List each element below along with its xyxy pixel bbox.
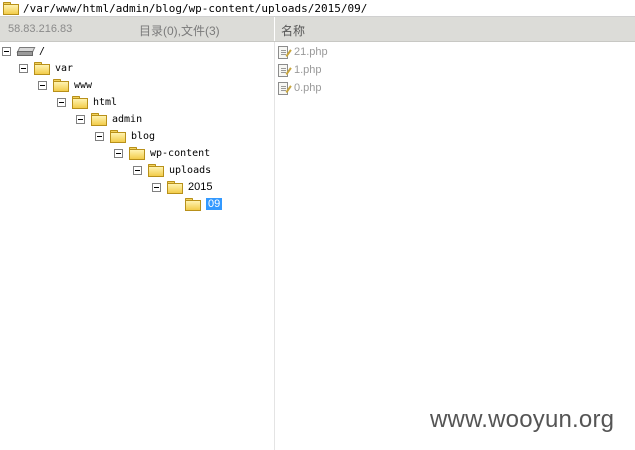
tree-node-var[interactable]: var xyxy=(19,60,73,76)
tree-label[interactable]: wp-content xyxy=(150,148,210,159)
file-name[interactable]: 0.php xyxy=(294,82,322,94)
column-header-name[interactable]: 名称 xyxy=(281,22,305,39)
folder-icon xyxy=(91,113,107,126)
tree-node-wp-content[interactable]: wp-content xyxy=(114,145,210,161)
tree-label[interactable]: www xyxy=(74,80,92,91)
host-address: 58.83.216.83 xyxy=(8,23,73,35)
list-header: 58.83.216.83 目录(0),文件(3) 名称 xyxy=(0,17,635,42)
current-path[interactable]: /var/www/html/admin/blog/wp-content/uplo… xyxy=(23,2,367,15)
collapse-box-icon[interactable] xyxy=(133,165,142,175)
folder-icon xyxy=(110,130,126,143)
php-file-icon xyxy=(278,45,288,59)
tree-label-selected[interactable]: 09 xyxy=(206,198,223,210)
pane-splitter[interactable] xyxy=(274,42,275,450)
file-item[interactable]: 0.php xyxy=(278,80,322,96)
tree-node-blog[interactable]: blog xyxy=(95,128,155,144)
folder-icon xyxy=(72,96,88,109)
tree-label[interactable]: / xyxy=(39,46,45,57)
collapse-box-icon[interactable] xyxy=(38,80,47,90)
folder-icon xyxy=(148,164,164,177)
folder-icon xyxy=(3,2,19,15)
folder-icon xyxy=(34,62,50,75)
path-bar: /var/www/html/admin/blog/wp-content/uplo… xyxy=(0,0,635,17)
collapse-box-icon[interactable] xyxy=(2,46,11,56)
tree-label[interactable]: uploads xyxy=(169,165,211,176)
php-file-icon xyxy=(278,63,288,77)
tree-node-uploads[interactable]: uploads xyxy=(133,162,211,178)
watermark: www.wooyun.org xyxy=(430,406,615,433)
tree-node-2015[interactable]: 2015 xyxy=(152,179,212,195)
tree-label[interactable]: 2015 xyxy=(188,181,212,193)
folder-icon xyxy=(53,79,69,92)
file-name[interactable]: 1.php xyxy=(294,64,322,76)
tree-node-root[interactable]: / xyxy=(2,43,45,59)
tree-node-admin[interactable]: admin xyxy=(76,111,142,127)
file-item[interactable]: 21.php xyxy=(278,44,328,60)
header-divider xyxy=(274,17,275,41)
folder-icon xyxy=(167,181,183,194)
file-name[interactable]: 21.php xyxy=(294,46,328,58)
tree-label[interactable]: html xyxy=(93,97,117,108)
collapse-box-icon[interactable] xyxy=(57,97,66,107)
open-folder-icon xyxy=(185,198,201,211)
directory-summary: 目录(0),文件(3) xyxy=(139,24,220,38)
tree-node-html[interactable]: html xyxy=(57,94,117,110)
drive-icon xyxy=(16,46,36,56)
collapse-box-icon[interactable] xyxy=(114,148,123,158)
collapse-box-icon[interactable] xyxy=(95,131,104,141)
tree-node-www[interactable]: www xyxy=(38,77,92,93)
tree-label[interactable]: var xyxy=(55,63,73,74)
folder-icon xyxy=(129,147,145,160)
php-file-icon xyxy=(278,81,288,95)
collapse-box-icon[interactable] xyxy=(152,182,161,192)
tree-label[interactable]: blog xyxy=(131,131,155,142)
collapse-box-icon[interactable] xyxy=(76,114,85,124)
file-item[interactable]: 1.php xyxy=(278,62,322,78)
tree-label[interactable]: admin xyxy=(112,114,142,125)
tree-node-09-selected[interactable]: 09 xyxy=(185,196,223,212)
collapse-box-icon[interactable] xyxy=(19,63,28,73)
